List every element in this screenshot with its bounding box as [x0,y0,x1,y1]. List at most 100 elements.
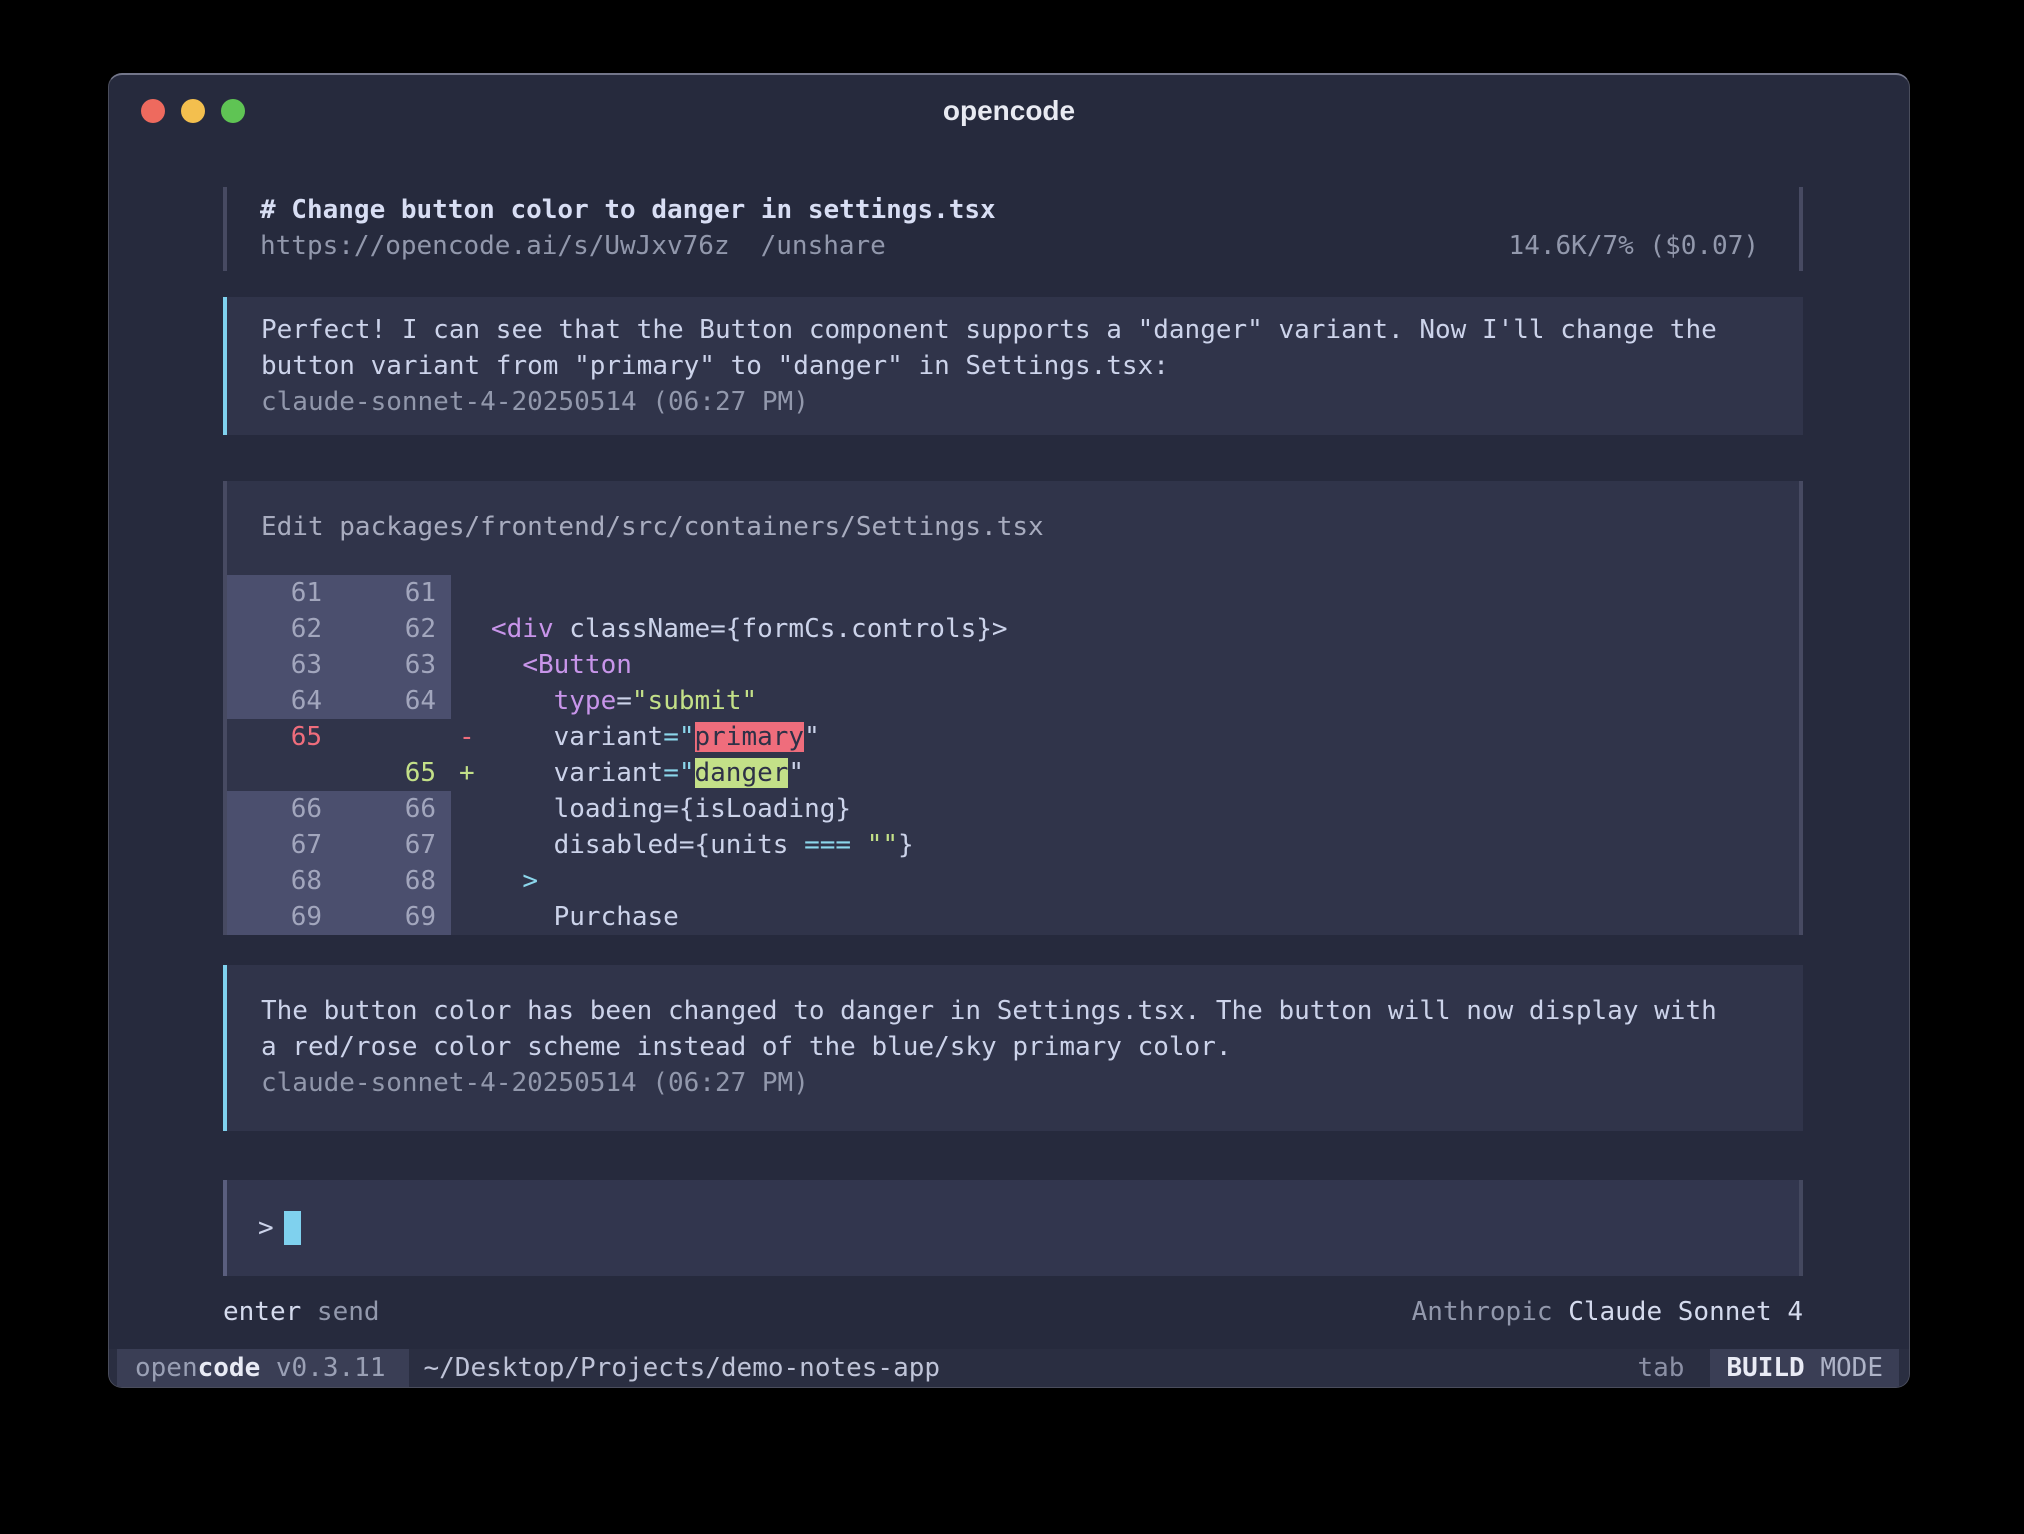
help-row: enter send Anthropic Claude Sonnet 4 [223,1294,1803,1330]
diff-change-marker: - [451,719,491,755]
diff-change-marker [451,611,491,647]
diff-new-line-number: 61 [337,575,451,611]
diff-old-line-number: 62 [227,611,337,647]
edit-tool-panel: Edit packages/frontend/src/containers/Se… [223,481,1803,935]
diff-new-line-number: 66 [337,791,451,827]
diff-row: 61 61 [227,575,1799,611]
assistant-message-1: Perfect! I can see that the Button compo… [223,297,1803,435]
code-token: <div [491,614,554,644]
diff-row: 68 68 > [227,863,1799,899]
code-token: loading={isLoading} [491,794,851,824]
session-subline: https://opencode.ai/s/UwJxv76z/unshare 1… [260,228,1759,264]
code-token [491,650,522,680]
code-token: = [616,686,632,716]
unshare-command[interactable]: /unshare [761,231,886,261]
send-action-label: send [301,1297,379,1327]
code-token: } [898,830,914,860]
code-token: =" [663,722,694,752]
message-text-line: Perfect! I can see that the Button compo… [261,312,1779,348]
message-text-line: button variant from "primary" to "danger… [261,348,1779,384]
code-token [851,830,867,860]
share-url-link[interactable]: https://opencode.ai/s/UwJxv76z [260,231,730,261]
diff-new-line-number: 65 [337,755,451,791]
code-token: <Button [522,650,632,680]
diff-old-line-number: 61 [227,575,337,611]
code-token: =" [663,758,694,788]
app-version: v0.3.11 [260,1353,385,1383]
diff-row: 69 69 Purchase [227,899,1799,935]
code-token: === [804,830,851,860]
diff-old-line-number: 69 [227,899,337,935]
code-token [491,686,554,716]
diff-code-line: variant="danger" [491,755,1799,791]
code-token: "" [867,830,898,860]
edit-tool-header: Edit packages/frontend/src/containers/Se… [227,481,1799,575]
prompt-chevron: > [258,1213,274,1243]
diff-row: 65 - variant="primary" [227,719,1799,755]
diff-new-line-number: 64 [337,683,451,719]
assistant-message-2: The button color has been changed to dan… [223,965,1803,1131]
session-header: # Change button color to danger in setti… [223,187,1803,271]
diff-code-line: > [491,863,1799,899]
code-token: type [554,686,617,716]
code-token: variant [491,758,663,788]
diff-old-line-number: 63 [227,647,337,683]
diff-row: 67 67 disabled={units === ""} [227,827,1799,863]
code-token: " [788,758,804,788]
code-token: Purchase [491,902,679,932]
diff-code-line: <Button [491,647,1799,683]
diff-new-line-number [337,719,451,755]
diff-old-line-number: 67 [227,827,337,863]
message-model-timestamp: claude-sonnet-4-20250514 (06:27 PM) [261,384,1779,420]
code-token: className={formCs.controls}> [554,614,1008,644]
diff-code-line: variant="primary" [491,719,1799,755]
model-indicator[interactable]: Anthropic Claude Sonnet 4 [1412,1294,1803,1330]
prompt-input[interactable]: > [223,1180,1803,1276]
diff-change-marker [451,863,491,899]
diff-change-marker [451,899,491,935]
diff-new-line-number: 68 [337,863,451,899]
diff-old-line-number: 68 [227,863,337,899]
message-text-line: a red/rose color scheme instead of the b… [261,1029,1779,1065]
working-directory: ~/Desktop/Projects/demo-notes-app [423,1353,940,1383]
diff-code-line: loading={isLoading} [491,791,1799,827]
main-content: # Change button color to danger in setti… [109,187,1909,1330]
diff-change-marker [451,575,491,611]
diff-code-line: Purchase [491,899,1799,935]
diff-new-line-number: 69 [337,899,451,935]
diff-old-line-number: 66 [227,791,337,827]
minimize-icon[interactable] [181,99,205,123]
close-icon[interactable] [141,99,165,123]
diff-old-line-number: 65 [227,719,337,755]
diff-row: 64 64 type="submit" [227,683,1799,719]
status-bar: opencode v0.3.11 ~/Desktop/Projects/demo… [109,1349,1909,1387]
diff-change-marker [451,647,491,683]
diff-code-line [491,575,1799,611]
code-token: variant [491,722,663,752]
token-usage-stats: 14.6K/7% ($0.07) [1509,228,1759,264]
diff-change-marker [451,791,491,827]
diff-change-marker [451,683,491,719]
diff-row: 65 + variant="danger" [227,755,1799,791]
traffic-lights [141,75,245,147]
diff-rows: 61 61 62 62 <div className={formCs.contr… [227,575,1799,935]
send-hint: enter send [223,1294,380,1330]
model-name-label: Claude Sonnet 4 [1568,1297,1803,1327]
share-url-group: https://opencode.ai/s/UwJxv76z/unshare [260,228,886,264]
diff-row: 62 62 <div className={formCs.controls}> [227,611,1799,647]
diff-row: 66 66 loading={isLoading} [227,791,1799,827]
tab-key-hint[interactable]: tab [1637,1353,1684,1383]
diff-new-line-number: 67 [337,827,451,863]
diff-code-line: <div className={formCs.controls}> [491,611,1799,647]
diff-new-line-number: 62 [337,611,451,647]
zoom-icon[interactable] [221,99,245,123]
diff-old-line-number: 64 [227,683,337,719]
titlebar: opencode [109,75,1909,147]
app-name-open: open [135,1353,198,1383]
mode-segment[interactable]: BUILD MODE [1710,1349,1899,1387]
text-cursor [284,1211,301,1245]
enter-key-label: enter [223,1297,301,1327]
mode-suffix: MODE [1805,1353,1883,1383]
window-title: opencode [943,95,1075,127]
diff-code-line: disabled={units === ""} [491,827,1799,863]
